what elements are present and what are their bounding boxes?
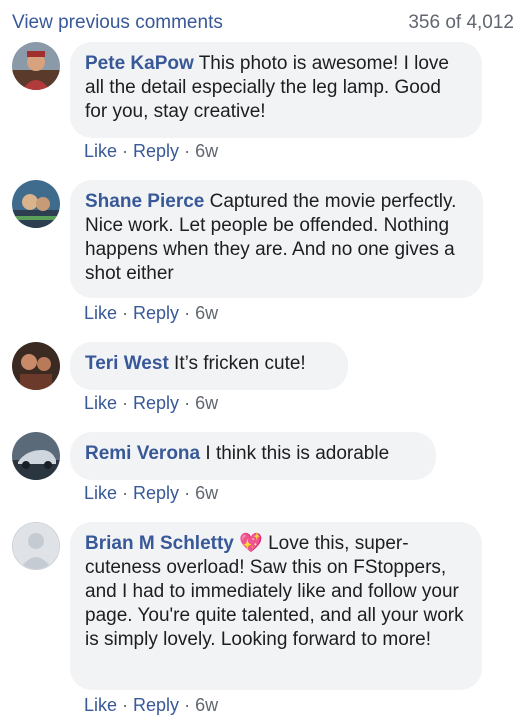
comment-time[interactable]: 6w xyxy=(195,141,218,161)
separator: · xyxy=(184,483,191,503)
reply-link[interactable]: Reply xyxy=(133,695,179,715)
comment-time[interactable]: 6w xyxy=(195,393,218,413)
separator: · xyxy=(122,483,129,503)
avatar[interactable] xyxy=(12,42,60,90)
comment-actions: Like · Reply · 6w xyxy=(84,141,218,162)
comment-actions: Like · Reply · 6w xyxy=(84,393,218,414)
comment-time[interactable]: 6w xyxy=(195,695,218,715)
like-link[interactable]: Like xyxy=(84,393,117,413)
reply-link[interactable]: Reply xyxy=(133,483,179,503)
comment-bubble: Pete KaPow This photo is awesome! I love… xyxy=(70,42,482,138)
like-link[interactable]: Like xyxy=(84,695,117,715)
comment-bubble: Remi Verona I think this is adorable xyxy=(70,432,436,480)
avatar[interactable] xyxy=(12,432,60,480)
like-link[interactable]: Like xyxy=(84,303,117,323)
avatar[interactable] xyxy=(12,180,60,228)
default-avatar-icon xyxy=(13,523,59,569)
like-link[interactable]: Like xyxy=(84,483,117,503)
comment-author[interactable]: Brian M Schletty xyxy=(85,533,234,554)
separator: · xyxy=(122,393,129,413)
avatar-photo-icon xyxy=(12,180,60,228)
avatar-photo-icon xyxy=(12,42,60,90)
separator: · xyxy=(122,695,129,715)
comment-author[interactable]: Teri West xyxy=(85,353,169,374)
reply-link[interactable]: Reply xyxy=(133,303,179,323)
separator: · xyxy=(184,303,191,323)
comment-author[interactable]: Pete KaPow xyxy=(85,53,194,74)
comment-bubble: Teri West It’s fricken cute! xyxy=(70,342,348,390)
sparkling-heart-icon: 💖 xyxy=(239,533,263,554)
comments-header: View previous comments 356 of 4,012 xyxy=(12,8,514,38)
comment-author[interactable]: Shane Pierce xyxy=(85,191,204,212)
separator: · xyxy=(184,695,191,715)
comment-actions: Like · Reply · 6w xyxy=(84,303,218,324)
comment-bubble: Shane Pierce Captured the movie perfectl… xyxy=(70,180,483,298)
avatar-photo-icon xyxy=(12,342,60,390)
comment-actions: Like · Reply · 6w xyxy=(84,483,218,504)
comment-bubble: Brian M Schletty 💖 Love this, super-cute… xyxy=(70,522,482,690)
avatar-photo-icon xyxy=(12,432,60,480)
comment-text: I think this is adorable xyxy=(205,443,390,464)
view-previous-comments-link[interactable]: View previous comments xyxy=(12,12,223,34)
reply-link[interactable]: Reply xyxy=(133,141,179,161)
comment-author[interactable]: Remi Verona xyxy=(85,443,200,464)
comment-text: It’s fricken cute! xyxy=(174,353,306,374)
separator: · xyxy=(122,141,129,161)
separator: · xyxy=(184,141,191,161)
comment-actions: Like · Reply · 6w xyxy=(84,695,218,716)
separator: · xyxy=(122,303,129,323)
comment-time[interactable]: 6w xyxy=(195,483,218,503)
separator: · xyxy=(184,393,191,413)
comment-time[interactable]: 6w xyxy=(195,303,218,323)
comment-count: 356 of 4,012 xyxy=(408,12,514,33)
reply-link[interactable]: Reply xyxy=(133,393,179,413)
like-link[interactable]: Like xyxy=(84,141,117,161)
avatar[interactable] xyxy=(12,522,60,570)
avatar[interactable] xyxy=(12,342,60,390)
